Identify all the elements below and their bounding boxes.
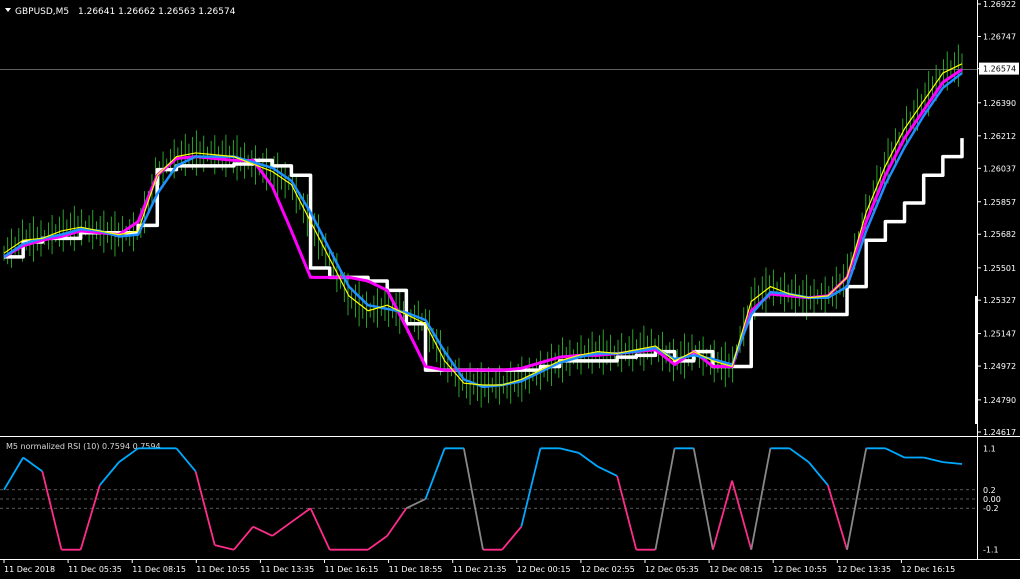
symbol-label: GBPUSD,M5 — [15, 7, 69, 17]
time-tick-label: 11 Dec 16:15 — [325, 565, 379, 574]
time-tick-label: 12 Dec 10:55 — [773, 565, 827, 574]
ohlc-values: 1.26641 1.26662 1.26563 1.26574 — [78, 7, 236, 17]
trading-chart[interactable]: GBPUSD,M5 1.26641 1.26662 1.26563 1.2657… — [0, 0, 1020, 579]
indicator-tick-label: 0.2 — [983, 486, 996, 495]
price-tick-label: 1.26037 — [983, 164, 1016, 173]
time-tick-label: 11 Dec 21:35 — [453, 565, 507, 574]
time-tick-label: 12 Dec 13:35 — [837, 565, 891, 574]
time-tick-label: 12 Dec 05:35 — [645, 565, 699, 574]
time-tick-label: 12 Dec 00:15 — [517, 565, 571, 574]
price-tick-label: 1.24617 — [983, 428, 1016, 437]
time-tick-label: 11 Dec 08:15 — [132, 565, 186, 574]
time-tick-label: 11 Dec 05:35 — [68, 565, 122, 574]
time-tick-label: 12 Dec 02:55 — [581, 565, 635, 574]
price-tick-label: 1.25501 — [983, 264, 1016, 273]
time-tick-label: 12 Dec 08:15 — [709, 565, 763, 574]
price-tick-label: 1.26922 — [983, 0, 1016, 9]
price-tick-label: 1.25327 — [983, 296, 1016, 305]
time-tick-label: 11 Dec 13:35 — [260, 565, 314, 574]
time-tick-label: 11 Dec 2018 — [4, 565, 55, 574]
price-tick-label: 1.26212 — [983, 132, 1016, 141]
indicator-tick-label: 1.1 — [983, 444, 996, 453]
chart-header[interactable]: GBPUSD,M5 1.26641 1.26662 1.26563 1.2657… — [5, 7, 236, 17]
price-tick-label: 1.26747 — [983, 32, 1016, 41]
indicator-tick-label: 0.00 — [983, 495, 1001, 504]
price-tick-label: 1.24790 — [983, 396, 1016, 405]
indicator-tick-label: -0.2 — [983, 504, 999, 513]
indicator-tick-label: -1.1 — [983, 546, 999, 555]
chart-background — [0, 0, 1020, 579]
time-tick-label: 12 Dec 16:15 — [901, 565, 955, 574]
time-tick-label: 11 Dec 18:55 — [389, 565, 443, 574]
time-tick-label: 11 Dec 10:55 — [196, 565, 250, 574]
price-tick-label: 1.26390 — [983, 99, 1016, 108]
price-tick-label: 1.24972 — [983, 362, 1016, 371]
price-tick-label: 1.25682 — [983, 230, 1016, 239]
price-tick-label: 1.25147 — [983, 330, 1016, 339]
price-tick-label: 1.25857 — [983, 198, 1016, 207]
current-price-label: 1.26574 — [983, 65, 1016, 74]
